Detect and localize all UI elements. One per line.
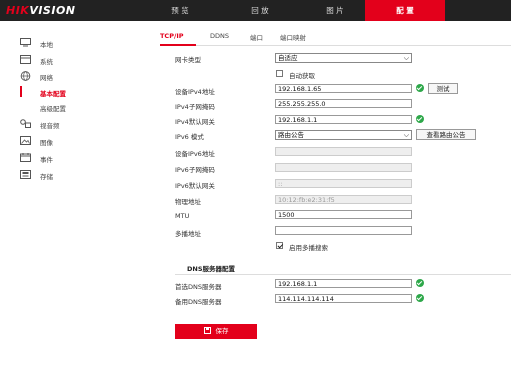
nav-tab-playback[interactable]: 回 放 <box>230 0 290 21</box>
sidebar-item-label: 存储 <box>40 173 53 181</box>
valid-check-icon <box>416 279 424 287</box>
alternate-dns-input[interactable]: 114.114.114.114 <box>275 294 412 303</box>
chevron-down-icon: ⌵ <box>403 54 409 62</box>
ipv4-gateway-input[interactable]: 192.168.1.1 <box>275 115 412 124</box>
enable-multicast-label: 启用多播搜索 <box>289 244 328 252</box>
ipv6-prefix-label: IPv6子网掩码 <box>175 166 215 174</box>
tab-port[interactable]: 端口 <box>250 32 263 42</box>
sidebar-item-label: 图像 <box>40 139 53 147</box>
nav-tab-configuration[interactable]: 配 置 <box>365 0 445 21</box>
enable-multicast-checkbox[interactable] <box>276 242 283 249</box>
ipv4-mask-label: IPv4子网掩码 <box>175 103 215 111</box>
auto-obtain-checkbox[interactable] <box>276 70 283 77</box>
ipv4-gateway-label: IPv4默认网关 <box>175 118 215 126</box>
auto-obtain-label: 自动获取 <box>289 72 315 80</box>
globe-icon <box>20 71 31 81</box>
calendar-icon <box>20 153 31 162</box>
valid-check-icon <box>416 115 424 123</box>
ipv4-address-input[interactable]: 192.168.1.65 <box>275 84 412 93</box>
save-button[interactable]: 保存 <box>175 324 257 339</box>
tab-ddns[interactable]: DDNS <box>210 32 229 40</box>
sidebar-item-label: 网络 <box>40 74 53 82</box>
dns-section-header: DNS服务器配置 <box>175 260 511 275</box>
mac-address-label: 物理地址 <box>175 198 201 206</box>
ipv4-mask-input[interactable]: 255.255.255.0 <box>275 99 412 108</box>
active-indicator <box>20 86 22 97</box>
ipv6-mode-value: 路由公告 <box>278 131 304 139</box>
alternate-dns-label: 备用DNS服务器 <box>175 298 222 306</box>
multicast-address-input[interactable] <box>275 226 412 235</box>
mac-address-input: 10:12:fb:e2:31:f5 <box>275 195 412 204</box>
nic-type-label: 网卡类型 <box>175 56 201 64</box>
sidebar-item-system[interactable]: 系统 <box>0 53 150 67</box>
sidebar-item-label: 高级配置 <box>40 105 66 113</box>
multicast-address-label: 多播地址 <box>175 230 201 238</box>
audio-video-icon <box>20 119 31 128</box>
mtu-input[interactable]: 1500 <box>275 210 412 219</box>
save-icon <box>203 327 211 334</box>
top-bar: HIKVISION 预 览 回 放 图 片 配 置 <box>0 0 511 21</box>
sidebar-subitem-basic-config[interactable]: 基本配置 <box>0 85 150 98</box>
mtu-label: MTU <box>175 212 190 220</box>
chevron-down-icon: ⌵ <box>403 131 409 139</box>
storage-icon <box>20 170 31 179</box>
sidebar-subitem-advanced-config[interactable]: 高级配置 <box>0 100 150 113</box>
preferred-dns-input[interactable]: 192.168.1.1 <box>275 279 412 288</box>
sidebar-item-image[interactable]: 图像 <box>0 134 150 148</box>
sidebar-item-event[interactable]: 事件 <box>0 151 150 165</box>
test-button[interactable]: 测试 <box>428 83 458 94</box>
tab-port-mapping[interactable]: 端口映射 <box>280 32 306 42</box>
nav-tab-preview[interactable]: 预 览 <box>150 0 210 21</box>
ipv6-gateway-input: :: <box>275 179 412 188</box>
tab-tcpip[interactable]: TCP/IP <box>160 32 184 40</box>
sidebar-item-label: 本地 <box>40 41 53 49</box>
sidebar-item-network[interactable]: 网络 <box>0 69 150 83</box>
sidebar: 本地 系统 网络 基本配置 高级配置 视音频 图像 事件 存储 <box>0 21 150 378</box>
nav-tab-picture[interactable]: 图 片 <box>305 0 365 21</box>
active-tab-underline <box>160 44 196 46</box>
ipv6-prefix-input <box>275 163 412 172</box>
nic-type-value: 自适应 <box>278 54 298 62</box>
image-icon <box>20 136 31 145</box>
ipv6-gateway-label: IPv6默认网关 <box>175 182 215 190</box>
hikvision-logo: HIKVISION <box>6 4 76 17</box>
view-route-advertisement-button[interactable]: 查看路由公告 <box>416 129 476 140</box>
sidebar-item-label: 事件 <box>40 156 53 164</box>
ipv4-address-label: 设备IPv4地址 <box>175 88 215 96</box>
ipv6-mode-label: IPv6 模式 <box>175 133 204 141</box>
config-subtabs: TCP/IP DDNS 端口 端口映射 <box>160 31 511 46</box>
ipv6-mode-select[interactable]: 路由公告 ⌵ <box>275 130 412 140</box>
sidebar-item-local[interactable]: 本地 <box>0 36 150 50</box>
sidebar-item-audio-video[interactable]: 视音频 <box>0 117 150 131</box>
monitor-icon <box>20 38 31 47</box>
valid-check-icon <box>416 294 424 302</box>
save-label: 保存 <box>215 327 229 335</box>
preferred-dns-label: 首选DNS服务器 <box>175 283 222 291</box>
ipv6-address-input <box>275 147 412 156</box>
ipv6-address-label: 设备IPv6地址 <box>175 150 215 158</box>
nic-type-select[interactable]: 自适应 ⌵ <box>275 53 412 63</box>
section-title: DNS服务器配置 <box>187 265 236 273</box>
sidebar-item-label: 视音频 <box>40 122 60 130</box>
valid-check-icon <box>416 84 424 92</box>
sidebar-item-storage[interactable]: 存储 <box>0 168 150 182</box>
sidebar-item-label: 基本配置 <box>40 90 66 98</box>
system-icon <box>20 55 31 64</box>
sidebar-item-label: 系统 <box>40 58 53 66</box>
